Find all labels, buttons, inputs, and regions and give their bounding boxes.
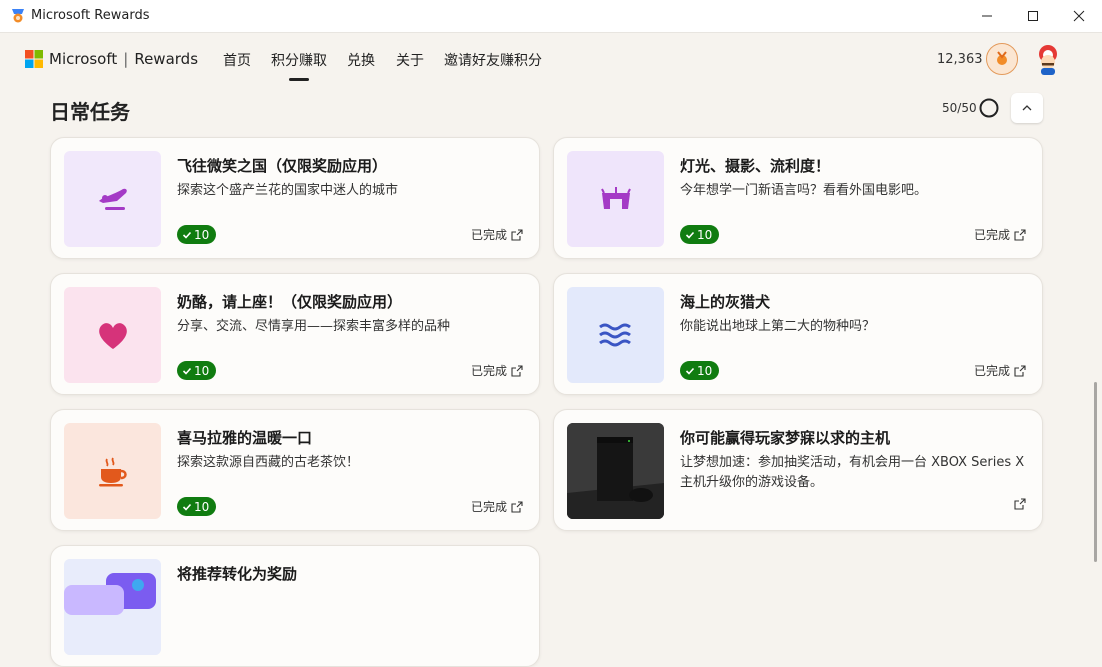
completed-link[interactable]: 已完成	[471, 226, 523, 243]
card-thumbnail	[64, 423, 161, 519]
window-titlebar: Microsoft Rewards	[0, 0, 1102, 33]
external-link-icon	[511, 500, 523, 513]
progress-ring-icon	[979, 98, 999, 118]
completed-link[interactable]: 已完成	[974, 362, 1026, 379]
nav-redeem[interactable]: 兑换	[347, 50, 375, 70]
task-card[interactable]: 灯光、摄影、流利度！ 今年想学一门新语言吗？看看外国电影吧。 10 已完成	[553, 137, 1043, 259]
card-title: 将推荐转化为奖励	[177, 565, 298, 583]
checkmark-icon	[685, 367, 695, 375]
external-link-icon	[1014, 364, 1026, 377]
checkmark-icon	[685, 231, 695, 239]
nav-about[interactable]: 关于	[396, 50, 424, 70]
status-label: 已完成	[973, 228, 1010, 242]
card-description: 今年想学一门新语言吗？看看外国电影吧。	[680, 183, 928, 198]
status-label: 已完成	[973, 364, 1010, 378]
heart-icon	[98, 323, 127, 349]
points-badge: 10	[680, 225, 720, 244]
card-title: 你可能赢得玩家梦寐以求的主机	[680, 429, 891, 447]
external-link-icon	[1014, 228, 1026, 241]
airplane-icon	[98, 188, 127, 210]
waves-icon	[598, 323, 631, 347]
status-label: 已完成	[470, 364, 507, 378]
referral-image	[64, 559, 161, 655]
close-button[interactable]	[1056, 0, 1102, 32]
section-title: 日常任务	[50, 100, 130, 124]
status-label: 已完成	[470, 500, 507, 514]
external-link-icon	[1014, 498, 1026, 510]
points-value: 10	[697, 363, 713, 378]
task-card[interactable]: 喜马拉雅的温暖一口 探索这款源自西藏的古老茶饮！ 10 已完成	[50, 409, 540, 531]
open-link[interactable]	[1014, 498, 1026, 510]
card-description: 让梦想加速：参加抽奖活动，有机会用一台 XBOX Series X 主机升级你的…	[680, 455, 1025, 490]
completed-link[interactable]: 已完成	[471, 498, 523, 515]
points-badge: 10	[177, 497, 217, 516]
brand-separator: |	[123, 50, 129, 68]
maximize-button[interactable]	[1010, 0, 1056, 32]
card-thumbnail	[567, 423, 664, 519]
completed-link[interactable]: 已完成	[471, 362, 523, 379]
nav-home[interactable]: 首页	[223, 50, 251, 70]
teacup-icon	[98, 457, 127, 487]
card-thumbnail	[64, 287, 161, 383]
card-description: 探索这款源自西藏的古老茶饮！	[177, 455, 360, 470]
checkmark-icon	[182, 231, 192, 239]
microsoft-logo-icon	[25, 50, 43, 68]
card-description: 分享、交流、尽情享用——探索丰富多样的品种	[177, 319, 451, 334]
card-thumbnail	[64, 151, 161, 247]
level-medal-icon[interactable]	[986, 43, 1018, 75]
nav-refer[interactable]: 邀请好友赚积分	[444, 50, 542, 70]
task-card[interactable]: 海上的灰猎犬 你能说出地球上第二大的物种吗？ 10 已完成	[553, 273, 1043, 395]
promo-card[interactable]: 你可能赢得玩家梦寐以求的主机 让梦想加速：参加抽奖活动，有机会用一台 XBOX …	[553, 409, 1043, 531]
points-balance[interactable]: 12,363	[937, 52, 983, 67]
points-badge: 10	[680, 361, 720, 380]
brand-rewards: Rewards	[134, 50, 199, 68]
points-value: 10	[194, 363, 210, 378]
checkmark-icon	[182, 503, 192, 511]
close-icon	[1073, 10, 1085, 22]
maximize-icon	[1028, 11, 1038, 21]
scrollbar[interactable]	[1094, 382, 1097, 562]
nav-earn[interactable]: 积分赚取	[271, 50, 327, 81]
card-thumbnail	[64, 559, 161, 655]
completed-link[interactable]: 已完成	[974, 226, 1026, 243]
promo-card[interactable]: 将推荐转化为奖励	[50, 545, 540, 667]
external-link-icon	[511, 228, 523, 241]
card-title: 奶酪，请上座！（仅限奖励应用）	[177, 293, 403, 311]
theater-icon	[600, 187, 631, 209]
status-label: 已完成	[470, 228, 507, 242]
avatar[interactable]	[1031, 42, 1065, 76]
chevron-up-icon	[1022, 105, 1032, 111]
task-card[interactable]: 飞往微笑之国（仅限奖励应用） 探索这个盛产兰花的国家中迷人的城市 10 已完成	[50, 137, 540, 259]
card-description: 探索这个盛产兰花的国家中迷人的城市	[177, 183, 399, 198]
progress-text: 50/50	[942, 101, 977, 115]
window-title: Microsoft Rewards	[31, 8, 150, 23]
points-badge: 10	[177, 361, 217, 380]
rewards-app-icon	[12, 9, 24, 23]
external-link-icon	[511, 364, 523, 377]
task-card[interactable]: 奶酪，请上座！（仅限奖励应用） 分享、交流、尽情享用——探索丰富多样的品种 10…	[50, 273, 540, 395]
points-value: 10	[194, 227, 210, 242]
card-description: 你能说出地球上第二大的物种吗？	[680, 319, 876, 334]
xbox-console-image	[567, 423, 664, 519]
card-thumbnail	[567, 151, 664, 247]
points-value: 10	[194, 499, 210, 514]
checkmark-icon	[182, 367, 192, 375]
card-thumbnail	[567, 287, 664, 383]
brand-text[interactable]: Microsoft | Rewards	[49, 50, 198, 68]
minimize-icon	[982, 15, 992, 17]
card-title: 飞往微笑之国（仅限奖励应用）	[177, 157, 388, 175]
points-badge: 10	[177, 225, 217, 244]
minimize-button[interactable]	[964, 0, 1010, 32]
card-title: 海上的灰猎犬	[680, 293, 771, 311]
points-value: 10	[697, 227, 713, 242]
card-title: 喜马拉雅的温暖一口	[177, 429, 313, 447]
card-title: 灯光、摄影、流利度！	[680, 157, 831, 175]
collapse-button[interactable]	[1011, 93, 1043, 123]
brand-microsoft: Microsoft	[49, 50, 118, 68]
